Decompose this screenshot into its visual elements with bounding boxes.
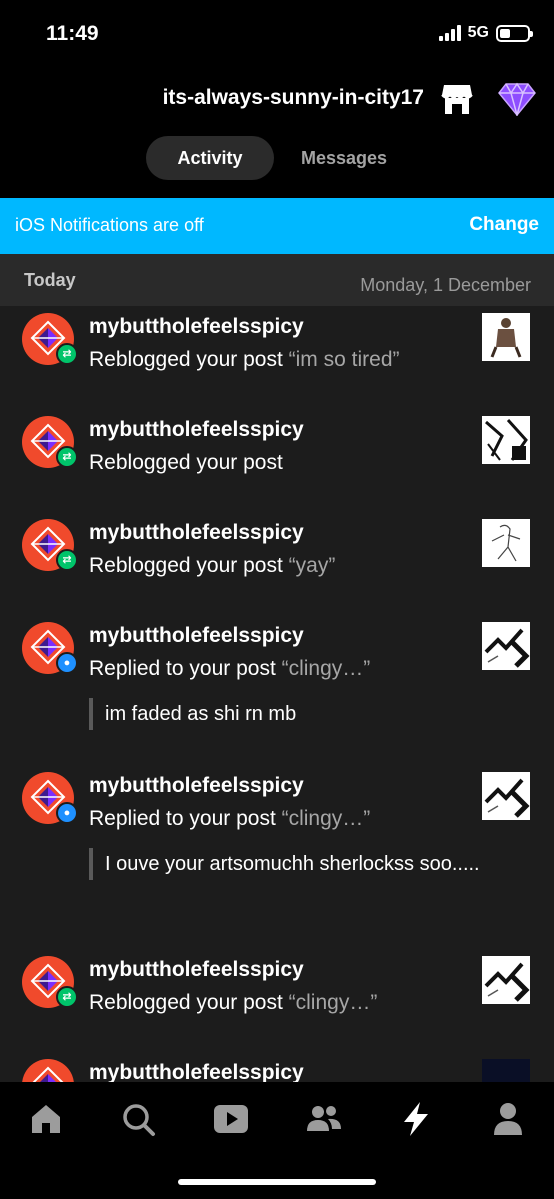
activity-list[interactable]: Today Monday, 1 December ⇄ mybuttholefee… <box>0 254 554 1082</box>
post-thumbnail[interactable] <box>482 622 530 670</box>
activity-action: Replied to your post “clingy…” <box>89 807 371 830</box>
post-thumbnail[interactable] <box>482 416 530 464</box>
activity-action: Reblogged your post “yay” <box>89 554 336 577</box>
username[interactable]: mybuttholefeelsspicy <box>89 624 304 648</box>
activity-icon[interactable] <box>396 1099 436 1139</box>
activity-action: Reblogged your post “im so tired” <box>89 348 400 371</box>
list-item[interactable]: mybuttholefeelsspicy <box>0 1059 554 1082</box>
notifications-banner: iOS Notifications are off Change <box>0 198 554 254</box>
activity-action: Reblogged your post <box>89 451 283 474</box>
avatar[interactable] <box>22 1059 74 1082</box>
tab-messages[interactable]: Messages <box>282 136 406 180</box>
username[interactable]: mybuttholefeelsspicy <box>89 1061 304 1082</box>
username[interactable]: mybuttholefeelsspicy <box>89 418 304 442</box>
network-label: 5G <box>467 24 489 41</box>
username[interactable]: mybuttholefeelsspicy <box>89 315 304 339</box>
post-quote: “yay” <box>288 554 336 577</box>
search-icon[interactable] <box>118 1099 158 1139</box>
battery-icon <box>496 24 533 42</box>
reblog-badge-icon: ⇄ <box>56 343 78 365</box>
status-indicators: 5G <box>438 24 533 42</box>
tab-activity[interactable]: Activity <box>146 136 274 180</box>
day-label: Today <box>24 270 76 290</box>
list-item[interactable]: ⇄ mybuttholefeelsspicy Reblogged your po… <box>0 416 554 511</box>
activity-action: Replied to your post “clingy…” <box>89 657 371 680</box>
list-item[interactable]: ● mybuttholefeelsspicy Replied to your p… <box>0 622 554 762</box>
post-quote: “clingy…” <box>281 657 371 680</box>
account-icon[interactable] <box>488 1099 528 1139</box>
list-item[interactable]: ⇄ mybuttholefeelsspicy Reblogged your po… <box>0 519 554 614</box>
post-thumbnail[interactable] <box>482 772 530 820</box>
list-item[interactable]: ⇄ mybuttholefeelsspicy Reblogged your po… <box>0 313 554 408</box>
video-icon[interactable] <box>211 1099 251 1139</box>
post-thumbnail[interactable] <box>482 313 530 361</box>
username[interactable]: mybuttholefeelsspicy <box>89 774 304 798</box>
post-quote: “clingy…” <box>288 991 378 1014</box>
communities-icon[interactable] <box>304 1099 344 1139</box>
reply-text: im faded as shi rn mb <box>89 698 489 730</box>
reblog-badge-icon: ⇄ <box>56 446 78 468</box>
username[interactable]: mybuttholefeelsspicy <box>89 958 304 982</box>
activity-action: Reblogged your post “clingy…” <box>89 991 378 1014</box>
blog-name[interactable]: its-always-sunny-in-city17 <box>163 86 424 110</box>
date-label: Monday, 1 December <box>360 275 531 295</box>
reblog-badge-icon: ⇄ <box>56 549 78 571</box>
status-time: 11:49 <box>46 22 99 45</box>
notifications-banner-text: iOS Notifications are off <box>15 215 204 235</box>
shop-icon[interactable] <box>440 82 474 116</box>
reply-badge-icon: ● <box>56 802 78 824</box>
post-quote: “im so tired” <box>288 348 400 371</box>
reply-text: I ouve your artsomuchh sherlockss soo...… <box>89 848 489 880</box>
notifications-change-button[interactable]: Change <box>469 214 539 236</box>
post-thumbnail[interactable] <box>482 519 530 567</box>
post-quote: “clingy…” <box>281 807 371 830</box>
day-header: Today Monday, 1 December <box>0 254 554 306</box>
list-item[interactable]: ⇄ mybuttholefeelsspicy Reblogged your po… <box>0 956 554 1051</box>
activity-tabs: Activity Messages <box>0 130 554 198</box>
status-bar: 11:49 5G <box>0 0 554 70</box>
list-item[interactable]: ● mybuttholefeelsspicy Replied to your p… <box>0 772 554 952</box>
home-indicator[interactable] <box>178 1179 376 1185</box>
username[interactable]: mybuttholefeelsspicy <box>89 521 304 545</box>
post-thumbnail[interactable] <box>482 956 530 1004</box>
gem-icon[interactable] <box>498 82 536 116</box>
home-icon[interactable] <box>26 1099 66 1139</box>
reply-badge-icon: ● <box>56 652 78 674</box>
reblog-badge-icon: ⇄ <box>56 986 78 1008</box>
signal-icon <box>438 25 461 41</box>
post-thumbnail[interactable] <box>482 1059 530 1082</box>
